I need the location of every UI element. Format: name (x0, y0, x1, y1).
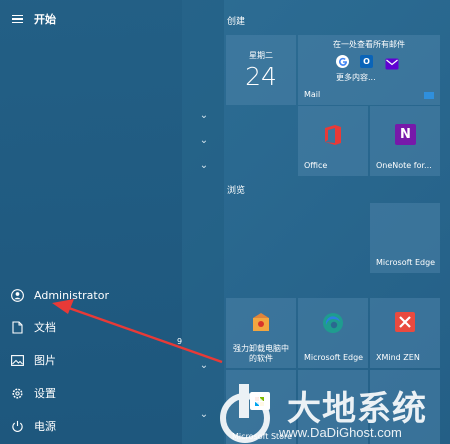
google-icon (336, 55, 349, 68)
office-label: Office (304, 161, 328, 170)
pictures-button[interactable]: 图片 (0, 345, 182, 375)
watermark-logo: 大地系统 www.DaDiGhost.com (215, 378, 450, 444)
settings-label: 设置 (34, 387, 56, 400)
xmind-icon (395, 312, 415, 332)
expand-chevron-icon[interactable]: ⌄ (199, 161, 209, 171)
power-label: 电源 (34, 420, 56, 433)
outlook-icon: O (360, 55, 373, 68)
xmind-tile[interactable]: XMind ZEN (370, 298, 440, 368)
user-avatar-icon (0, 288, 34, 302)
group-title-browse: 浏览 (227, 186, 246, 196)
onenote-label: OneNote for... (376, 161, 432, 170)
onenote-tile[interactable]: N OneNote for... (370, 106, 440, 176)
pictures-label: 图片 (34, 354, 56, 367)
calendar-tile[interactable]: 星期二 24 (226, 35, 296, 105)
edge-browse-tile[interactable]: Microsoft Edge (370, 203, 440, 273)
uninstaller-tile[interactable]: 强力卸载电脑中的软件 (226, 298, 296, 368)
power-icon (0, 420, 34, 433)
uninstaller-icon (251, 310, 271, 332)
gear-icon (0, 387, 34, 400)
expand-chevron-icon[interactable]: ⌄ (199, 136, 209, 146)
count-badge: 9 (177, 337, 183, 346)
office-icon (323, 124, 343, 146)
hamburger-menu-icon[interactable] (0, 13, 34, 26)
onenote-icon: N (395, 124, 416, 145)
expand-chevron-icon[interactable]: ⌄ (199, 111, 209, 121)
edge-browse-label: Microsoft Edge (376, 258, 436, 267)
picture-icon (0, 354, 34, 366)
uninstaller-label: 强力卸载电脑中的软件 (233, 344, 289, 363)
mail-more-text: 更多内容... (336, 73, 376, 82)
edge-tile[interactable]: Microsoft Edge (298, 298, 368, 368)
user-account-button[interactable]: Administrator (0, 280, 182, 310)
office-tile[interactable]: Office (298, 106, 368, 176)
watermark-brand: 大地系统 (287, 389, 427, 429)
documents-label: 文档 (34, 321, 56, 334)
mail-label: Mail (304, 90, 321, 99)
document-icon (0, 320, 34, 334)
power-button[interactable]: 电源 (0, 411, 182, 441)
xmind-label: XMind ZEN (376, 353, 420, 362)
group-title-create: 创建 (227, 17, 246, 27)
mail-envelope-icon (424, 92, 434, 99)
calendar-day-number: 24 (245, 62, 277, 91)
mail-heading: 在一处查看所有邮件 (333, 40, 405, 49)
calendar-day-name: 星期二 (249, 51, 273, 60)
expand-chevron-icon[interactable]: ⌄ (199, 361, 209, 371)
watermark-url: www.DaDiGhost.com (279, 425, 402, 440)
edge-label: Microsoft Edge (304, 353, 364, 362)
settings-button[interactable]: 设置 (0, 378, 182, 408)
start-header[interactable]: 开始 (0, 4, 182, 34)
yahoo-mail-icon (385, 55, 399, 70)
user-name: Administrator (34, 288, 109, 302)
expand-chevron-icon[interactable]: ⌄ (199, 410, 209, 420)
edge-icon (322, 312, 344, 334)
documents-button[interactable]: 文档 (0, 312, 182, 342)
start-title: 开始 (34, 13, 56, 26)
mail-tile[interactable]: 在一处查看所有邮件 O 更多内容... Mail (298, 35, 440, 105)
